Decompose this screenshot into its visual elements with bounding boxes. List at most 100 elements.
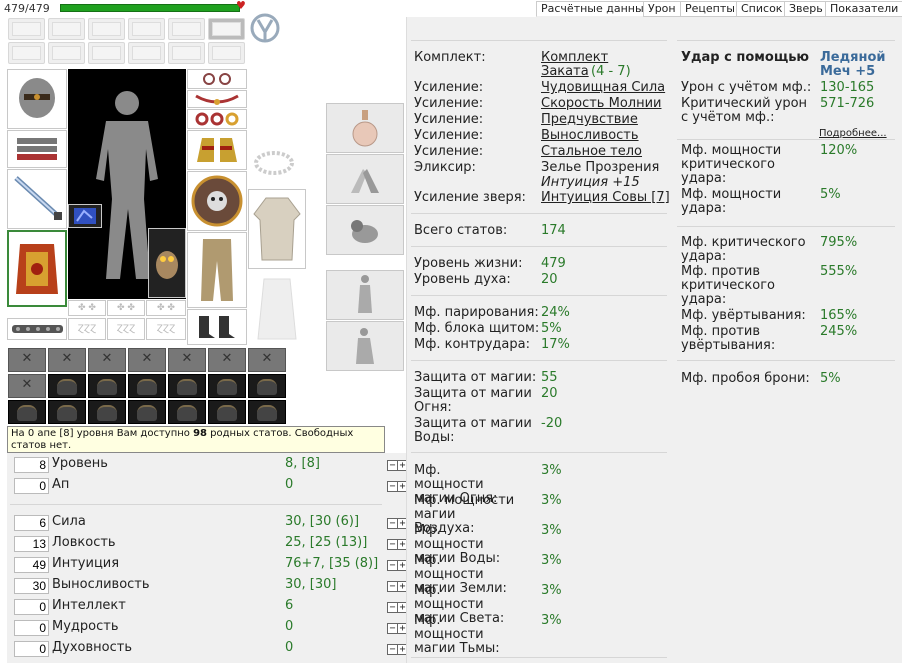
- ap-input[interactable]: [14, 478, 49, 494]
- rune-slot[interactable]: [168, 348, 206, 372]
- weapon-slot[interactable]: [7, 169, 67, 229]
- bracers-icon: [17, 138, 57, 160]
- warrior-stance-icon: [358, 275, 372, 313]
- scroll-slot[interactable]: [8, 42, 45, 64]
- boost-link[interactable]: Стальное тело: [541, 145, 642, 159]
- scroll-slot[interactable]: [88, 18, 125, 40]
- cloak-slot-small[interactable]: [248, 400, 286, 424]
- scroll-slot[interactable]: [168, 18, 205, 40]
- armor-icon: [16, 243, 58, 294]
- boost-link[interactable]: Выносливость: [541, 129, 639, 143]
- cloak-slot-small[interactable]: [208, 374, 246, 398]
- boost-label: Усиление:: [414, 128, 484, 143]
- level-label: Уровень: [52, 456, 108, 471]
- spirituality-label: Духовность: [52, 640, 132, 655]
- boost-link[interactable]: Предчувствие: [541, 113, 638, 127]
- rune-slot[interactable]: [48, 348, 86, 372]
- rune-slot[interactable]: [208, 348, 246, 372]
- beast-boost-link[interactable]: Интуиция Совы [7]: [541, 191, 670, 205]
- shield-slot[interactable]: [187, 171, 247, 231]
- gloves-icon: [197, 138, 237, 162]
- agility-input[interactable]: [14, 536, 49, 552]
- stance-slot-2[interactable]: [326, 321, 404, 371]
- rune-slot[interactable]: [8, 348, 46, 372]
- scroll-slot[interactable]: [168, 42, 205, 64]
- mini-slot[interactable]: ✤ ✤: [68, 300, 106, 316]
- mini-slot[interactable]: ⱿⱿⱿ: [107, 318, 145, 340]
- armor-slot[interactable]: [7, 230, 67, 307]
- rune-slot[interactable]: [8, 374, 46, 398]
- cloak-slot[interactable]: [248, 270, 306, 346]
- cloak-slot-small[interactable]: [248, 374, 286, 398]
- tab-indicators[interactable]: Показатели: [825, 1, 902, 17]
- mini-slot[interactable]: ⱿⱿⱿ: [146, 318, 186, 340]
- scroll-slot[interactable]: [88, 42, 125, 64]
- shirt-slot[interactable]: [248, 189, 306, 269]
- tab-recipes[interactable]: Рецепты: [680, 1, 740, 17]
- cloak-slot-small[interactable]: [128, 374, 166, 398]
- endurance-input[interactable]: [14, 578, 49, 594]
- total-stats-value: 174: [541, 223, 566, 238]
- stance-slot-1[interactable]: [326, 270, 404, 320]
- stats-divider: [10, 504, 382, 505]
- boost-label: Усиление:: [414, 112, 484, 127]
- belt-slot[interactable]: [7, 318, 67, 340]
- pet-slot[interactable]: [148, 228, 186, 298]
- tab-beast[interactable]: Зверь: [784, 1, 828, 17]
- fire-power-value: 3%: [541, 463, 562, 478]
- warrior-crouch-icon: [356, 328, 374, 364]
- spirituality-input[interactable]: [14, 641, 49, 657]
- boost-link[interactable]: Чудовищная Сила: [541, 81, 665, 95]
- divider: [677, 226, 895, 227]
- helmet-slot[interactable]: [7, 69, 67, 129]
- rune-slot[interactable]: [88, 348, 126, 372]
- amulet-slot[interactable]: [68, 204, 102, 228]
- pants-slot[interactable]: [187, 232, 247, 308]
- boots-slot[interactable]: [187, 309, 247, 345]
- necklace-slot[interactable]: [187, 90, 247, 108]
- level-input[interactable]: [14, 457, 49, 473]
- scroll-slot[interactable]: [208, 42, 245, 64]
- scroll-slot[interactable]: [48, 18, 85, 40]
- rings-slot[interactable]: [187, 109, 247, 129]
- cloak-slot-small[interactable]: [128, 400, 166, 424]
- scroll-slot[interactable]: [128, 18, 165, 40]
- intuition-input[interactable]: [14, 557, 49, 573]
- ring-extra-slot[interactable]: [248, 138, 300, 188]
- tab-calculated[interactable]: Расчётные данные: [536, 1, 656, 17]
- rune-slot[interactable]: [248, 348, 286, 372]
- intellect-input[interactable]: [14, 599, 49, 615]
- cloak-slot-small[interactable]: [208, 400, 246, 424]
- scroll-slot[interactable]: [208, 18, 245, 40]
- mini-slot[interactable]: ✤ ✤: [107, 300, 145, 316]
- potion-slot[interactable]: [326, 103, 404, 153]
- cloak-slot-small[interactable]: [48, 374, 86, 398]
- strength-input[interactable]: [14, 515, 49, 531]
- hit-power-label: Мф. мощности удара:: [681, 187, 782, 216]
- cloak-slot-small[interactable]: [88, 400, 126, 424]
- crit-label: Мф. критического удара:: [681, 235, 806, 264]
- boost-link[interactable]: Скорость Молнии: [541, 97, 661, 111]
- bracers-slot[interactable]: [7, 130, 67, 168]
- gloves-slot[interactable]: [187, 130, 247, 170]
- earrings-slot[interactable]: [187, 69, 247, 89]
- spell-slot[interactable]: [326, 154, 404, 204]
- wisdom-input[interactable]: [14, 620, 49, 636]
- tab-list[interactable]: Список: [736, 1, 788, 17]
- scroll-slot[interactable]: [8, 18, 45, 40]
- beast-spell-slot[interactable]: [326, 205, 404, 255]
- scroll-slot[interactable]: [48, 42, 85, 64]
- rune-slot[interactable]: [128, 348, 166, 372]
- mini-slot[interactable]: ✤ ✤: [146, 300, 186, 316]
- water-def-value: -20: [541, 416, 563, 431]
- scroll-slot[interactable]: [128, 42, 165, 64]
- cloak-slot-small[interactable]: [88, 374, 126, 398]
- cloak-slot-small[interactable]: [168, 400, 206, 424]
- cloak-slot-small[interactable]: [168, 374, 206, 398]
- endurance-label: Выносливость: [52, 577, 150, 592]
- mini-slot[interactable]: ⱿⱿⱿ: [68, 318, 106, 340]
- cloak-slot-small[interactable]: [48, 400, 86, 424]
- tab-damage[interactable]: Урон: [643, 1, 681, 17]
- cloak-slot-small[interactable]: [8, 400, 46, 424]
- dark-power-label: Мф. мощности магии Тьмы:: [414, 613, 500, 656]
